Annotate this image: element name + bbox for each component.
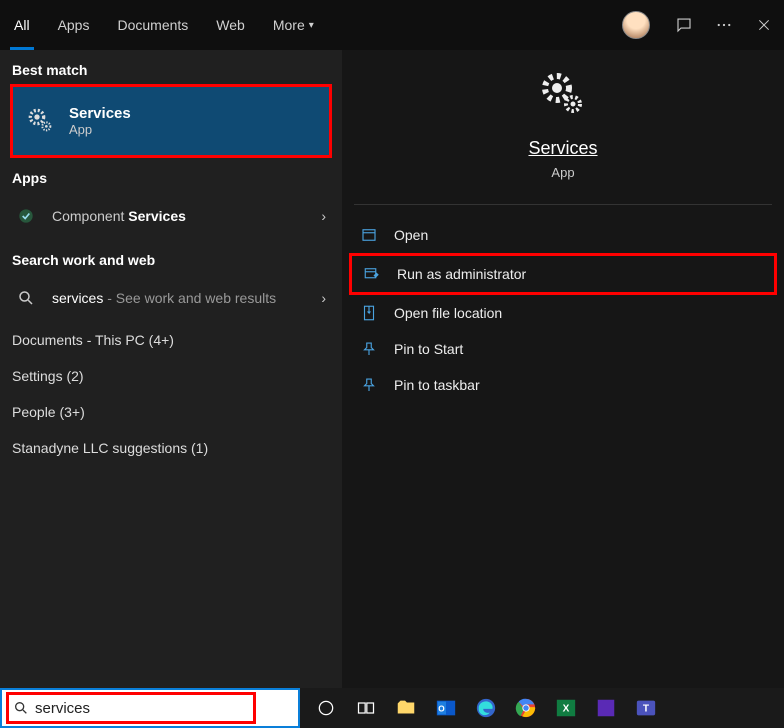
cortana-icon[interactable] (306, 688, 346, 728)
apps-result-prefix: Component (52, 208, 128, 224)
more-options-icon[interactable] (710, 11, 738, 39)
component-services-icon (12, 202, 40, 230)
extra-people[interactable]: People (3+) (0, 394, 342, 430)
action-open-file-location[interactable]: Open file location (352, 295, 774, 331)
search-tabs: All Apps Documents Web More ▾ (0, 0, 784, 50)
action-pin-to-start[interactable]: Pin to Start (352, 331, 774, 367)
extra-settings[interactable]: Settings (2) (0, 358, 342, 394)
best-match-title: Services (69, 105, 317, 122)
svg-text:T: T (643, 704, 650, 715)
search-body: Best match Services App Apps (0, 50, 784, 688)
tab-more[interactable]: More ▾ (259, 0, 328, 50)
action-list: Open Run as administrator Open file loca… (342, 217, 784, 403)
apps-section-label: Apps (0, 158, 342, 192)
search-box-highlight (6, 692, 256, 724)
svg-text:O: O (438, 705, 445, 714)
action-location-label: Open file location (394, 305, 502, 321)
preview-subtitle: App (551, 165, 574, 180)
extra-suggestions[interactable]: Stanadyne LLC suggestions (1) (0, 430, 342, 466)
extra-documents[interactable]: Documents - This PC (4+) (0, 322, 342, 358)
tab-apps[interactable]: Apps (44, 0, 104, 50)
outlook-icon[interactable]: O (426, 688, 466, 728)
action-pin-taskbar-label: Pin to taskbar (394, 377, 480, 393)
action-open-label: Open (394, 227, 428, 243)
taskbar: O X T (0, 688, 784, 728)
search-icon (13, 700, 29, 716)
chevron-right-icon: › (321, 290, 326, 306)
action-pin-to-taskbar[interactable]: Pin to taskbar (352, 367, 774, 403)
action-open[interactable]: Open (352, 217, 774, 253)
tab-documents[interactable]: Documents (103, 0, 202, 50)
services-hero-gear-icon (539, 70, 587, 118)
search-input[interactable] (35, 700, 249, 717)
tab-more-label: More (273, 17, 305, 33)
web-result-suffix: - See work and web results (103, 290, 276, 306)
best-match-text: Services App (69, 105, 317, 137)
action-pin-start-label: Pin to Start (394, 341, 463, 357)
tab-all[interactable]: All (0, 0, 44, 50)
apps-result-text: Component Services (52, 208, 330, 224)
explorer-icon[interactable] (386, 688, 426, 728)
best-match-result[interactable]: Services App (13, 87, 329, 155)
action-run-as-admin[interactable]: Run as administrator (349, 253, 777, 295)
web-result-services[interactable]: services - See work and web results › (0, 274, 342, 322)
chevron-down-icon: ▾ (309, 20, 314, 31)
taskbar-icons: O X T (306, 688, 666, 728)
user-avatar[interactable] (622, 11, 650, 39)
teams-icon[interactable]: T (626, 688, 666, 728)
preview-column: Services App Open Run as administrator O… (342, 50, 784, 688)
services-gear-icon (25, 105, 57, 137)
taskbar-search-box[interactable] (0, 688, 300, 728)
tab-web[interactable]: Web (202, 0, 259, 50)
best-match-label: Best match (0, 50, 342, 84)
apps-result-component-services[interactable]: Component Services › (0, 192, 342, 240)
apps-result-bold: Services (128, 208, 186, 224)
best-match-highlight: Services App (10, 84, 332, 158)
svg-text:X: X (563, 704, 570, 715)
excel-icon[interactable]: X (546, 688, 586, 728)
results-column: Best match Services App Apps (0, 50, 342, 688)
close-icon[interactable] (750, 11, 778, 39)
app-icon[interactable] (586, 688, 626, 728)
web-result-term: services (52, 290, 103, 306)
feedback-icon[interactable] (670, 11, 698, 39)
search-icon (12, 284, 40, 312)
search-web-label: Search work and web (0, 240, 342, 274)
app-hero: Services App (354, 70, 772, 205)
action-admin-label: Run as administrator (397, 266, 526, 282)
windows-search-panel: All Apps Documents Web More ▾ Best match (0, 0, 784, 688)
chrome-icon[interactable] (506, 688, 546, 728)
preview-title[interactable]: Services (528, 138, 597, 159)
edge-icon[interactable] (466, 688, 506, 728)
task-view-icon[interactable] (346, 688, 386, 728)
chevron-right-icon: › (321, 208, 326, 224)
best-match-subtitle: App (69, 122, 317, 137)
web-result-text: services - See work and web results (52, 290, 330, 306)
